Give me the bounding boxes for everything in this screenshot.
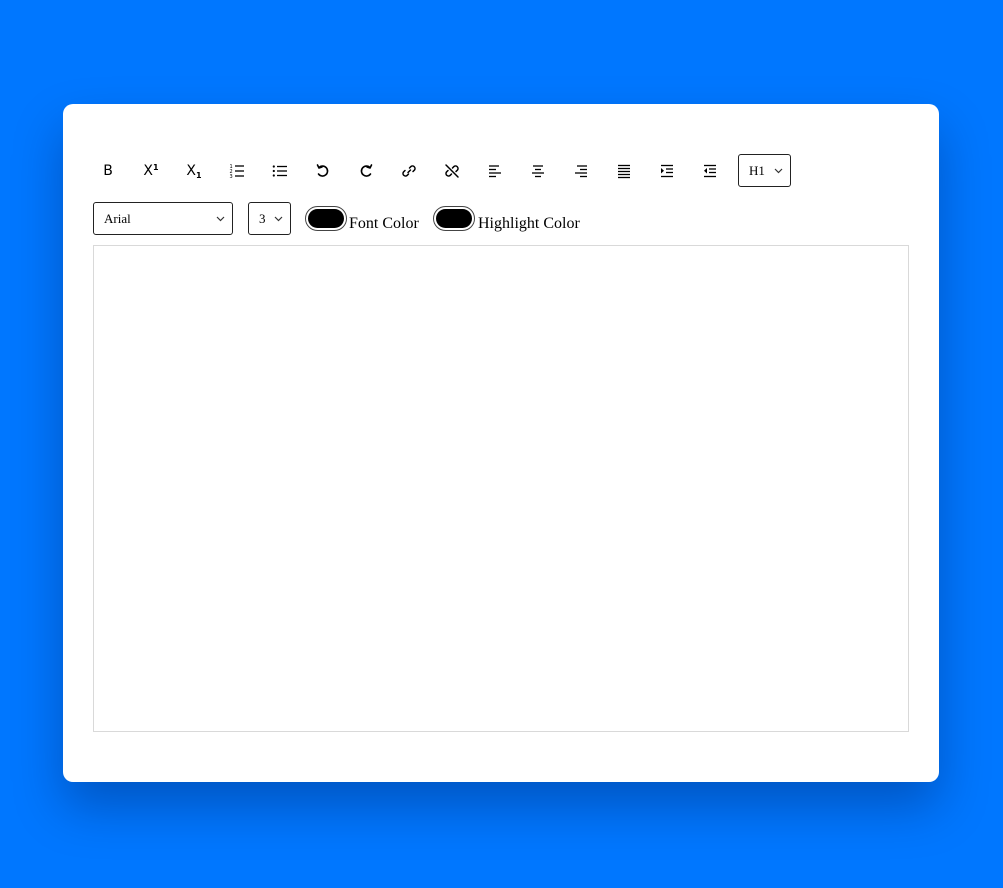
chevron-down-icon <box>212 216 232 222</box>
highlight-color-picker[interactable] <box>433 206 475 231</box>
align-left-button[interactable] <box>480 154 510 187</box>
link-icon <box>402 164 416 177</box>
highlight-color-label: Highlight Color <box>478 215 580 232</box>
redo-button[interactable] <box>351 154 381 187</box>
font-size-select[interactable]: 3 <box>248 202 291 235</box>
editor-content-area[interactable] <box>93 245 909 732</box>
align-center-button[interactable] <box>523 154 553 187</box>
bold-button[interactable]: B <box>93 154 123 187</box>
subscript-button[interactable]: X1 <box>179 154 209 187</box>
undo-button[interactable] <box>308 154 338 187</box>
justify-button[interactable] <box>609 154 639 187</box>
outdent-icon <box>704 164 716 177</box>
undo-icon <box>316 163 329 177</box>
ordered-list-icon: 1 2 3 <box>230 164 244 179</box>
font-family-select[interactable]: Arial <box>93 202 233 235</box>
font-color-picker[interactable] <box>305 206 347 231</box>
indent-icon <box>661 164 673 177</box>
unlink-button[interactable] <box>437 154 467 187</box>
highlight-color-swatch <box>436 209 472 228</box>
bold-icon: B <box>103 162 113 179</box>
chevron-down-icon <box>770 168 790 174</box>
align-center-icon <box>532 164 544 177</box>
formatting-toolbar: B X1 X1 1 2 3 H1 <box>93 154 913 187</box>
redo-icon <box>360 163 373 177</box>
heading-select[interactable]: H1 <box>738 154 791 187</box>
superscript-icon: X1 <box>143 162 159 179</box>
indent-button[interactable] <box>652 154 682 187</box>
justify-icon <box>618 164 630 178</box>
link-button[interactable] <box>394 154 424 187</box>
svg-text:3: 3 <box>230 174 233 179</box>
editor-card: B X1 X1 1 2 3 H1 Arial 3 Font Color High… <box>63 104 939 782</box>
outdent-button[interactable] <box>695 154 725 187</box>
align-right-icon <box>575 164 587 177</box>
unordered-list-button[interactable] <box>265 154 295 187</box>
unordered-list-icon <box>272 164 287 177</box>
subscript-icon: X1 <box>186 162 202 180</box>
align-right-button[interactable] <box>566 154 596 187</box>
align-left-icon <box>489 164 501 177</box>
superscript-button[interactable]: X1 <box>136 154 166 187</box>
font-color-swatch <box>308 209 344 228</box>
ordered-list-button[interactable]: 1 2 3 <box>222 154 252 187</box>
unlink-icon <box>445 163 459 178</box>
font-color-label: Font Color <box>349 215 419 232</box>
chevron-down-icon <box>270 216 290 222</box>
